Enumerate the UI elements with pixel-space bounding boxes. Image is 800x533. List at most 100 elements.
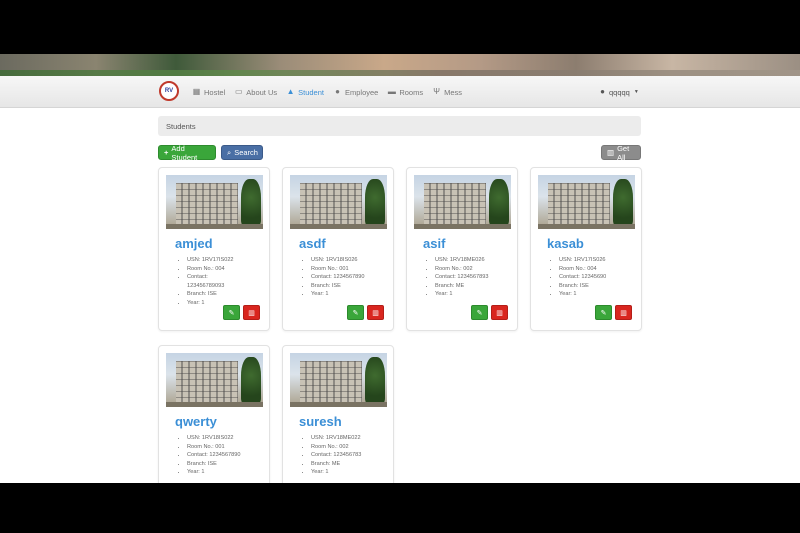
search-button[interactable]: ⌕ Search [221,145,263,160]
student-details: USN: 1RV18IS026 Room No.: 001 Contact: 1… [311,256,391,299]
edit-button[interactable]: ✎ [223,305,240,320]
student-room: Room No.: 002 [435,265,515,274]
student-room: Room No.: 002 [311,443,391,452]
logo-text: RV [164,88,174,94]
student-contact-cont: 123456789093 [187,282,225,289]
student-room: Room No.: 004 [187,265,267,274]
user-circle-icon: ● [600,87,605,96]
student-contact: Contact: 1234567893 [435,273,515,282]
student-name[interactable]: asif [423,236,445,251]
navbar: RV ▦ Hostel ▭ About Us ▲ Student ● Emplo… [0,76,800,108]
nav-item-hostel[interactable]: ▦ Hostel [192,87,226,97]
nav-item-label: Mess [444,87,463,97]
page-title: Students [166,122,196,131]
bed-icon: ▬ [387,87,396,96]
student-contact: Contact: [187,273,267,282]
student-details: USN: 1RV18ME022 Room No.: 002 Contact: 1… [311,434,391,477]
trash-icon: ▥ [620,309,627,317]
student-name[interactable]: kasab [547,236,584,251]
cutlery-icon: Ψ [433,87,440,96]
student-card: kasab USN: 1RV17IS026 Room No.: 004 Cont… [530,167,642,331]
nav-item-employee[interactable]: ● Employee [333,88,378,97]
student-branch: Branch: ISE [187,460,267,469]
student-year: Year: 1 [435,290,515,299]
trash-icon: ▥ [248,309,255,317]
delete-button[interactable]: ▥ [367,305,384,320]
add-student-label: Add Student [171,143,198,162]
student-year: Year: 1 [311,468,391,477]
nav-item-label: Employee [344,87,379,97]
student-card: asdf USN: 1RV18IS026 Room No.: 001 Conta… [282,167,394,331]
nav-item-student[interactable]: ▲ Student [286,88,324,97]
get-all-label: Get All [617,143,630,162]
student-usn: USN: 1RV17IS026 [559,256,639,265]
edit-icon: ✎ [228,309,235,317]
edit-icon: ✎ [476,309,483,317]
edit-button[interactable]: ✎ [347,305,364,320]
nav-item-label: Hostel [204,87,226,97]
student-usn: USN: 1RV18ME026 [435,256,515,265]
student-details: USN: 1RV17IS022 Room No.: 004 Contact: 1… [187,256,267,308]
nav-item-mess[interactable]: Ψ Mess [432,88,462,97]
student-room: Room No.: 004 [559,265,639,274]
trash-icon: ▥ [372,309,379,317]
browser-viewport: RV ▦ Hostel ▭ About Us ▲ Student ● Emplo… [0,54,800,483]
student-name[interactable]: amjed [175,236,213,251]
header-banner-image [0,54,800,76]
hostel-building-photo [414,175,511,229]
page-title-panel: Students [158,116,641,136]
student-details: USN: 1RV18ME026 Room No.: 002 Contact: 1… [435,256,515,299]
user-menu-dropdown[interactable]: ● qqqqq ▼ [598,76,641,108]
caret-down-icon: ▼ [633,89,639,95]
username: qqqqq [609,87,630,97]
user-icon: ● [335,87,340,96]
nav-item-label: Rooms [399,87,424,97]
student-contact: Contact: 12345690 [559,273,639,282]
edit-button[interactable]: ✎ [471,305,488,320]
student-branch: Branch: ME [435,282,515,291]
student-name[interactable]: asdf [299,236,326,251]
student-card: qwerty USN: 1RV18IS022 Room No.: 001 Con… [158,345,270,483]
student-contact: Contact: 123456783 [311,451,391,460]
student-branch: Branch: ME [311,460,391,469]
student-usn: USN: 1RV18IS026 [311,256,391,265]
delete-button[interactable]: ▥ [243,305,260,320]
nav-item-rooms[interactable]: ▬ Rooms [387,88,423,97]
student-icon: ▲ [286,87,295,96]
student-details: USN: 1RV17IS026 Room No.: 004 Contact: 1… [559,256,639,299]
student-branch: Branch: ISE [311,282,391,291]
edit-icon: ✎ [352,309,359,317]
plus-icon: + [164,148,169,157]
student-card: amjed USN: 1RV17IS022 Room No.: 004 Cont… [158,167,270,331]
student-year: Year: 1 [187,468,267,477]
student-usn: USN: 1RV17IS022 [187,256,267,265]
hostel-building-photo [290,175,387,229]
search-label: Search [234,148,258,157]
student-name[interactable]: qwerty [175,414,217,429]
delete-button[interactable]: ▥ [491,305,508,320]
student-contact: Contact: 1234567890 [187,451,267,460]
edit-button[interactable]: ✎ [595,305,612,320]
get-all-button[interactable]: ▥ Get All [601,143,641,162]
student-room: Room No.: 001 [187,443,267,452]
nav-item-label: About Us [246,87,278,97]
student-branch: Branch: ISE [559,282,639,291]
student-name[interactable]: suresh [299,414,342,429]
delete-button[interactable]: ▥ [615,305,632,320]
building-icon: ▦ [192,87,201,96]
add-student-button[interactable]: + Add Student [158,143,216,162]
screen: RV ▦ Hostel ▭ About Us ▲ Student ● Emplo… [0,0,800,533]
student-usn: USN: 1RV18ME022 [311,434,391,443]
nav-item-about-us[interactable]: ▭ About Us [234,88,277,97]
id-card-icon: ▭ [234,87,243,96]
trash-icon: ▥ [607,148,615,157]
college-logo[interactable]: RV [159,81,179,101]
hostel-building-photo [290,353,387,407]
trash-icon: ▥ [496,309,503,317]
nav-items: ▦ Hostel ▭ About Us ▲ Student ● Employee… [192,76,462,108]
hostel-building-photo [166,175,263,229]
student-branch: Branch: ISE [187,290,267,299]
student-card: suresh USN: 1RV18ME022 Room No.: 002 Con… [282,345,394,483]
nav-item-label: Student [298,87,324,97]
hostel-building-photo [166,353,263,407]
